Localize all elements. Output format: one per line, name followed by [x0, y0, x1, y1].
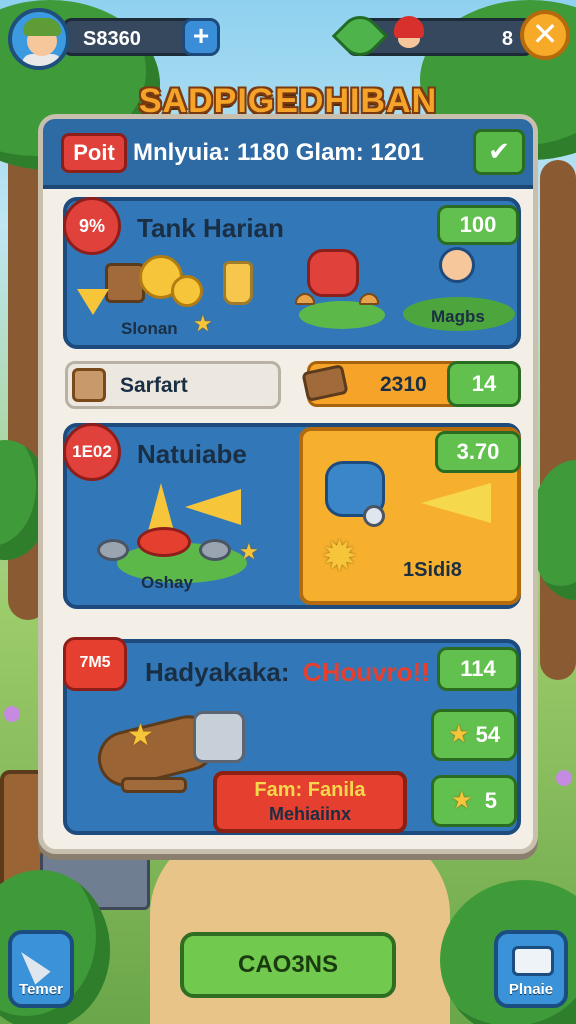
- item-label: Magbs: [431, 307, 485, 326]
- tag-icon: [72, 368, 106, 402]
- section-title: Natuiabe: [137, 439, 247, 469]
- port-button[interactable]: Poit: [61, 133, 127, 173]
- avatar-hat: [23, 18, 61, 36]
- reward-stars-button[interactable]: ★ 54: [431, 709, 517, 761]
- reward-value: 54: [475, 722, 501, 747]
- star-icon: ★: [127, 719, 154, 752]
- action-line1: Fam: Fanila: [254, 779, 366, 801]
- flower: [556, 770, 572, 786]
- section-title: Hadyakaka: CHouvro!!: [145, 657, 430, 688]
- cannon-stand: [121, 777, 187, 793]
- item-label: Slonan: [121, 319, 178, 338]
- section-daily-tank[interactable]: 9% Tank Harian 100 Slonan ★ Magbs: [63, 197, 521, 349]
- card-label: 1Sidi8: [403, 559, 462, 581]
- action-line2: Mehiaiinx: [268, 804, 352, 824]
- section-title-main: Hadyakaka:: [145, 657, 290, 687]
- coin-value: S8360: [83, 28, 141, 50]
- magnifier-icon: [363, 505, 385, 527]
- section-badge: 1E02: [63, 423, 121, 481]
- section-cannon[interactable]: 7M5 Hadyakaka: CHouvro!! 114 ★ Fam: Fani…: [63, 637, 521, 835]
- gem-value: 8: [501, 28, 513, 50]
- grass-patch: [299, 301, 385, 329]
- star-icon: ★: [451, 787, 473, 814]
- hero-icon: [388, 14, 430, 56]
- coin-icon: [171, 275, 203, 307]
- map-icon: [512, 946, 554, 976]
- count-button[interactable]: 14: [447, 361, 521, 407]
- bowl-icon: [137, 527, 191, 557]
- discount-badge: 9%: [63, 197, 121, 255]
- close-button[interactable]: ✕: [520, 10, 570, 60]
- section-title: Tank Harian: [137, 213, 284, 243]
- gold-ingot-icon: [185, 489, 241, 525]
- item-label: Oshay: [141, 573, 193, 592]
- section-title-highlight: CHouvro!!: [302, 657, 430, 687]
- mushroom-icon: [359, 293, 379, 305]
- mushroom-icon: [295, 293, 315, 305]
- section-nature[interactable]: 1E02 Natuiabe ★ Oshay 3.70 ✹ 1Sidi8: [63, 423, 521, 609]
- left-corner-button[interactable]: Temer: [8, 930, 74, 1008]
- player-avatar[interactable]: [8, 8, 70, 70]
- wood-icon: [301, 363, 349, 403]
- amount-value: 2310: [380, 373, 427, 396]
- tree-trunk-right: [540, 160, 576, 680]
- gold-nugget-icon: ✹: [321, 532, 358, 581]
- right-corner-button[interactable]: Plnaie: [494, 930, 568, 1008]
- main-panel: Poit Mnlyuia: 1180 Glam: 1201 ✔ 9% Tank …: [38, 114, 538, 854]
- right-corner-label: Plnaie: [508, 981, 554, 998]
- mechanic-icon: [307, 249, 359, 297]
- card-value: 3.70: [435, 431, 521, 473]
- gold-ingot-icon: [421, 483, 491, 523]
- tool-icon: [13, 945, 51, 985]
- search-text: Sarfart: [120, 374, 188, 397]
- jar-icon: [223, 261, 253, 305]
- reward-star-button[interactable]: ★ 5: [431, 775, 517, 827]
- badge-text: 7M5: [79, 654, 111, 671]
- search-field[interactable]: Sarfart: [65, 361, 281, 409]
- panel-header: Poit Mnlyuia: 1180 Glam: 1201 ✔: [43, 119, 533, 189]
- amount-bar: 2310: [301, 361, 463, 407]
- section-value[interactable]: 114: [437, 647, 519, 691]
- center-action-button[interactable]: CAO3NS: [180, 932, 396, 998]
- gold-piece-icon: [77, 289, 109, 315]
- left-corner-label: Temer: [19, 981, 63, 998]
- star-icon: ★: [193, 311, 213, 336]
- section-value[interactable]: 100: [437, 205, 519, 245]
- character-icon: [439, 247, 475, 283]
- hero-hat: [394, 16, 424, 38]
- reward-card[interactable]: 3.70 ✹ 1Sidi8: [299, 427, 521, 605]
- star-icon: ★: [239, 539, 259, 564]
- section-badge: 7M5: [63, 637, 127, 691]
- cannon-icon: [193, 711, 245, 763]
- action-button[interactable]: Fam: Fanila Mehiaiinx: [213, 771, 407, 833]
- coin-icon: [199, 539, 231, 561]
- reward-value: 5: [484, 788, 497, 813]
- header-stats: Mnlyuia: 1180 Glam: 1201: [133, 139, 424, 166]
- flower: [4, 706, 20, 722]
- coin-icon: [97, 539, 129, 561]
- check-icon: ✔: [488, 136, 510, 166]
- star-icon: ★: [447, 721, 470, 748]
- add-coins-button[interactable]: +: [182, 18, 220, 56]
- confirm-button[interactable]: ✔: [473, 129, 525, 175]
